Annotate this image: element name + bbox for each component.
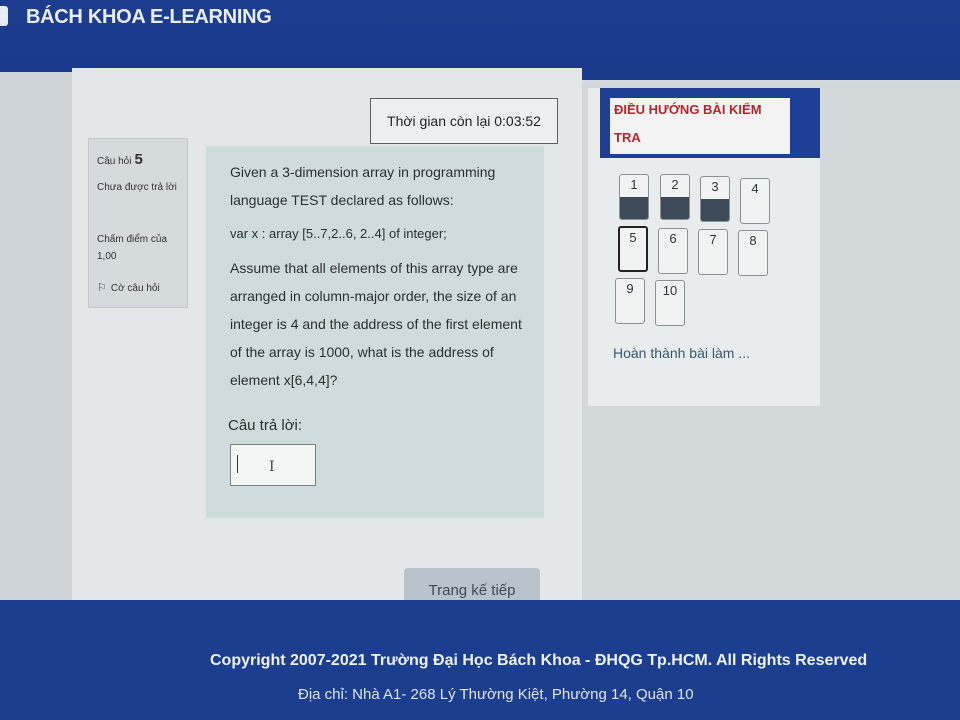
nav-question-number: 6 [669, 231, 677, 246]
quiz-navigation-title: ĐIỀU HƯỚNG BÀI KIỂM TRA [610, 98, 790, 154]
question-text-intro: Given a 3-dimension array in programming… [230, 164, 496, 208]
nav-question-number: 9 [626, 281, 634, 296]
nav-question-10[interactable]: 10 [655, 280, 685, 326]
answer-label: Câu trả lời: [228, 417, 303, 434]
left-background [0, 72, 72, 602]
finish-attempt-link[interactable]: Hoàn thành bài làm ... [613, 345, 750, 361]
quiz-navigation: ĐIỀU HƯỚNG BÀI KIỂM TRA 1 2 3 4 5 6 7 8 … [588, 88, 820, 406]
nav-question-1[interactable]: 1 [619, 174, 649, 220]
flag-label: Cờ câu hỏi [110, 283, 160, 294]
nav-question-number: 1 [630, 177, 638, 192]
nav-question-number: 10 [662, 283, 678, 298]
timer-text: Thời gian còn lại 0:03:52 [387, 113, 541, 129]
question-info-panel: Câu hỏi 5 Chưa được trả lời Chấm điểm của… [88, 138, 188, 308]
nav-title-line1: ĐIỀU HƯỚNG BÀI KIỂM [614, 102, 762, 117]
footer: Copyright 2007-2021 Trường Đại Học Bách … [0, 600, 960, 720]
footer-copyright: Copyright 2007-2021 Trường Đại Học Bách … [210, 652, 868, 669]
nav-question-8[interactable]: 8 [738, 230, 768, 276]
nav-question-4[interactable]: 4 [740, 178, 770, 224]
time-remaining: Thời gian còn lại 0:03:52 [370, 98, 558, 144]
answer-input[interactable]: I [230, 444, 316, 486]
nav-question-number: 2 [671, 177, 679, 192]
question-number: Câu hỏi 5 [97, 151, 143, 168]
nav-question-2[interactable]: 2 [660, 174, 690, 220]
question-number-value: 5 [134, 151, 143, 168]
nav-question-number: 7 [709, 232, 717, 247]
nav-question-number: 5 [629, 230, 637, 245]
nav-question-3[interactable]: 3 [700, 176, 730, 222]
nav-question-9[interactable]: 9 [615, 278, 645, 324]
answered-indicator [701, 199, 729, 221]
answered-indicator [620, 197, 648, 219]
nav-title-line2: TRA [614, 130, 641, 145]
question-status: Chưa được trả lời [97, 182, 177, 193]
question-label: Câu hỏi [97, 156, 132, 167]
nav-question-number: 8 [749, 233, 757, 248]
nav-question-5[interactable]: 5 [618, 226, 648, 272]
nav-question-number: 4 [751, 181, 759, 196]
question-code: var x : array [5..7,2..6, 2..4] of integ… [230, 226, 447, 241]
answered-indicator [661, 197, 689, 219]
flag-question-button[interactable]: ⚐ Cờ câu hỏi [97, 281, 160, 294]
flag-icon: ⚐ [97, 282, 107, 294]
question-panel: Given a 3-dimension array in programming… [206, 146, 544, 518]
question-grade: Chấm điểm của 1,00 [97, 234, 168, 262]
quiz-navigation-header: ĐIỀU HƯỚNG BÀI KIỂM TRA [600, 88, 820, 158]
nav-question-6[interactable]: 6 [658, 228, 688, 274]
logo-icon [0, 6, 8, 26]
question-text-body: Assume that all elements of this array t… [230, 260, 522, 388]
footer-address: Địa chỉ: Nhà A1- 268 Lý Thường Kiệt, Phư… [298, 686, 694, 703]
nav-question-number: 3 [711, 179, 719, 194]
text-cursor-icon: I [269, 459, 275, 475]
site-brand[interactable]: BÁCH KHOA E-LEARNING [26, 6, 272, 29]
text-caret [237, 455, 238, 473]
nav-question-7[interactable]: 7 [698, 229, 728, 275]
